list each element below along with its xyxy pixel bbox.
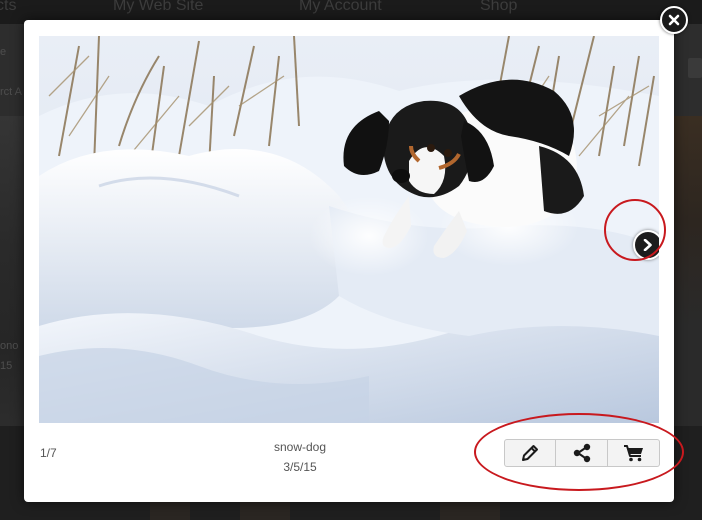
photo-actions [504,439,660,467]
snow-dog-photo-illustration [39,36,659,423]
background-text: 15 [0,360,13,372]
close-icon [668,14,680,26]
chevron-right-icon [643,239,652,251]
photo-date: 3/5/15 [283,460,317,474]
background-nav-item: My Account [299,0,382,14]
background-badge [688,58,702,78]
photo-lightbox: 1/7 snow-dog 3/5/15 [24,20,674,502]
background-nav-item: My Web Site [113,0,204,14]
pencil-icon [522,445,538,461]
background-right-thumbnail [674,116,702,326]
photo-counter: 1/7 [40,446,57,460]
cart-button[interactable] [608,439,660,467]
background-thumbnail [150,500,190,520]
edit-button[interactable] [504,439,556,467]
photo-title: snow-dog [273,440,327,454]
background-thumbnail [240,500,290,520]
photo-snow-dog [39,36,659,423]
share-button[interactable] [556,439,608,467]
background-text: ono [0,340,19,352]
photo-caption: snow-dog 3/5/15 [224,437,376,477]
background-thumbnail [440,500,500,520]
background-nav-item: cts [0,0,17,14]
share-icon [573,443,590,463]
cart-icon [623,445,643,462]
close-lightbox-button[interactable] [660,6,688,34]
background-text: e [0,46,7,58]
background-left-column [0,116,24,446]
background-text: rct A [0,86,23,98]
background-nav-item: Shop [480,0,518,14]
next-photo-button[interactable] [633,230,659,260]
